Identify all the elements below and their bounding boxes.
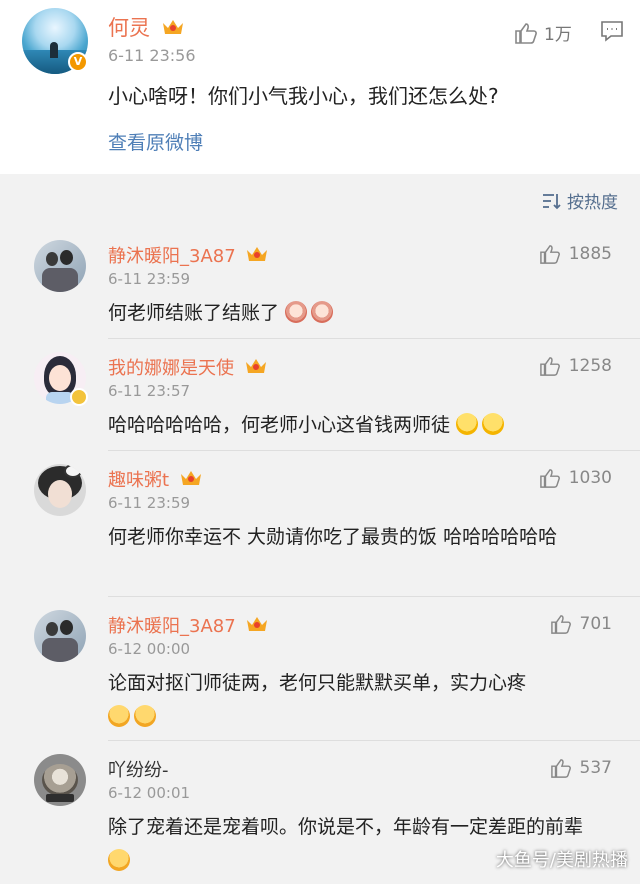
thumbs-up-icon <box>515 22 537 44</box>
monkey-emoji-icon <box>285 301 308 323</box>
commenter-avatar[interactable] <box>34 464 86 516</box>
comment-like-count: 1885 <box>568 244 612 264</box>
commenter-avatar[interactable] <box>34 610 86 662</box>
commenter-name[interactable]: 我的娜娜是天使 <box>108 354 268 380</box>
comment-time: 6-12 00:01 <box>108 784 191 802</box>
comment-like-count: 701 <box>579 614 612 634</box>
yum-emoji-icon <box>108 705 130 727</box>
author-name-text[interactable]: 何灵 <box>108 16 150 40</box>
author-name[interactable]: 何灵 <box>108 12 185 42</box>
comment-text: 何老师结账了结账了 <box>108 296 613 330</box>
comment-text-body: 论面对抠门师徒两，老何只能默默买单，实力心疼 <box>108 672 527 694</box>
commenter-name-text[interactable]: 静沐暖阳_3A87 <box>108 246 236 267</box>
post-like-button[interactable]: 1万 <box>514 20 572 45</box>
comment-text: 何老师你幸运不 大勋请你吃了最贵的饭 哈哈哈哈哈哈 <box>108 526 558 548</box>
monkey-emoji-icon <box>311 301 334 323</box>
avatar-person-a <box>46 622 58 636</box>
comment-item: 静沐暖阳_3A87 6-12 00:00 701 论面对抠门师徒两，老何只能默默… <box>0 596 640 740</box>
avatar-caption <box>46 794 74 802</box>
comment-time: 6-12 00:00 <box>108 640 191 658</box>
avatar-person-a <box>46 252 58 266</box>
verified-badge: V <box>68 52 88 72</box>
laughing-emoji-icon <box>482 413 505 435</box>
comment-icon[interactable] <box>600 20 624 42</box>
avatar-bodies <box>42 638 78 662</box>
sort-bar: 按热度 <box>0 174 640 226</box>
comment-item: 我的娜娜是天使 6-11 23:57 1258 哈哈哈哈哈哈，何老师小心这省钱两… <box>0 338 640 450</box>
comment-like-button[interactable]: 1885 <box>539 244 612 264</box>
comment-text-body: 哈哈哈哈哈哈，何老师小心这省钱两师徒 <box>108 414 451 436</box>
comment-time: 6-11 23:59 <box>108 494 191 512</box>
commenter-name[interactable]: 吖纷纷- <box>108 756 169 782</box>
vip-crown-icon <box>245 359 266 373</box>
yellow-vip-badge <box>70 388 88 406</box>
comment-text-body: 何老师结账了结账了 <box>108 302 280 324</box>
comment-like-count: 1258 <box>568 356 612 376</box>
comment-text: 哈哈哈哈哈哈，何老师小心这省钱两师徒 <box>108 408 613 442</box>
avatar-cat-face <box>42 764 78 796</box>
commenter-name-text[interactable]: 吖纷纷- <box>108 760 169 781</box>
yum-emoji-icon <box>134 705 156 727</box>
commenter-avatar[interactable] <box>34 240 86 292</box>
vip-crown-icon <box>247 617 268 631</box>
commenter-name-text[interactable]: 静沐暖阳_3A87 <box>108 616 236 637</box>
commenter-name[interactable]: 静沐暖阳_3A87 <box>108 242 269 268</box>
view-original-link[interactable]: 查看原微博 <box>108 128 203 155</box>
vip-crown-icon <box>247 247 268 261</box>
comment-time: 6-11 23:57 <box>108 382 191 400</box>
post-like-count: 1万 <box>544 25 572 45</box>
comment-like-count: 537 <box>579 758 612 778</box>
comment-like-count: 1030 <box>568 468 612 488</box>
thumbs-up-icon <box>550 615 571 634</box>
comment-text: 论面对抠门师徒两，老何只能默默买单，实力心疼 <box>108 666 613 734</box>
watermark: 大鱼号/美剧热播 <box>495 850 628 871</box>
weibo-post: V 何灵 6-11 23:56 1万 小心啥呀！你们小气我小心，我们还怎么处? … <box>0 0 640 174</box>
thumbs-up-icon <box>539 357 560 376</box>
comment-time: 6-11 23:59 <box>108 270 191 288</box>
yum-emoji-icon <box>108 849 130 871</box>
thumbs-up-icon <box>539 245 560 264</box>
vip-crown-icon <box>180 471 201 485</box>
avatar-figure <box>50 42 58 58</box>
comment-like-button[interactable]: 1030 <box>539 468 612 488</box>
comment-like-button[interactable]: 1258 <box>539 356 612 376</box>
thumbs-up-icon <box>550 759 571 778</box>
sort-by-hot-button[interactable]: 按热度 <box>541 188 618 213</box>
sort-label: 按热度 <box>567 193 618 213</box>
thumbs-up-icon <box>539 469 560 488</box>
commenter-name[interactable]: 趣味粥t <box>108 466 203 492</box>
avatar-person-b <box>60 620 73 635</box>
commenter-name[interactable]: 静沐暖阳_3A87 <box>108 612 269 638</box>
post-text: 小心啥呀！你们小气我小心，我们还怎么处? <box>108 84 499 108</box>
avatar-bodies <box>42 268 78 292</box>
comment-item: 静沐暖阳_3A87 6-11 23:59 1885 何老师结账了结账了 <box>0 226 640 338</box>
avatar-person-b <box>60 250 73 265</box>
comment-text-body: 除了宠着还是宠着呗。你说是不，年龄有一定差距的前辈 <box>108 816 584 838</box>
avatar-face <box>48 480 72 508</box>
avatar-face <box>49 365 71 391</box>
commenter-name-text[interactable]: 我的娜娜是天使 <box>108 358 234 379</box>
avatar-panda-hat <box>64 464 82 478</box>
sort-icon <box>543 193 561 209</box>
commenter-avatar[interactable] <box>34 754 86 806</box>
comment-like-button[interactable]: 701 <box>550 614 612 634</box>
post-time: 6-11 23:56 <box>108 46 196 65</box>
comment-item: 趣味粥t 6-11 23:59 1030 何老师你幸运不 大勋请你吃了最贵的饭 … <box>0 450 640 596</box>
comment-like-button[interactable]: 537 <box>550 758 612 778</box>
laughing-emoji-icon <box>456 413 479 435</box>
vip-crown-icon <box>162 20 183 34</box>
commenter-name-text[interactable]: 趣味粥t <box>108 470 169 491</box>
